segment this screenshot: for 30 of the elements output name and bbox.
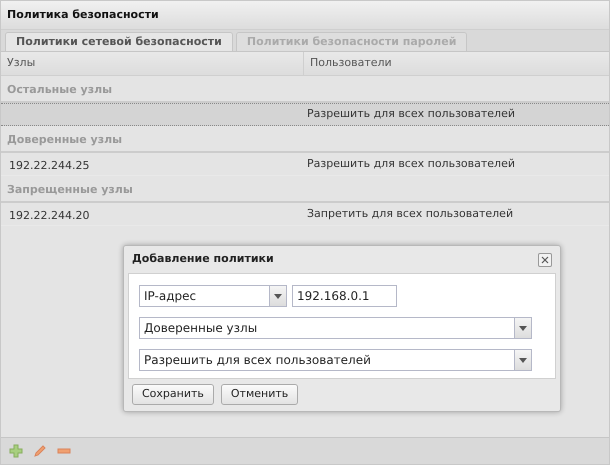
table-row[interactable]: Разрешить для всех пользователей	[1, 103, 609, 126]
chevron-down-icon	[519, 358, 527, 362]
table-row[interactable]: 192.22.244.25 Разрешить для всех пользователей	[1, 153, 609, 176]
table-cell-text: Разрешить для всех пользователей	[306, 156, 516, 172]
table-cell-text: Разрешить для всех пользователей	[306, 106, 516, 122]
table-cell: 192.22.244.25	[9, 159, 90, 172]
table-row[interactable]: 192.22.244.20 Запретить для всех пользователей	[1, 203, 609, 226]
table-cell: 192.22.244.20	[9, 209, 90, 222]
group-heading: Запрещенные узлы	[7, 182, 133, 198]
dialog-title: Добавление политики	[132, 251, 274, 268]
chevron-down-icon	[519, 326, 527, 330]
select-field[interactable]: Доверенные узлы	[139, 317, 532, 339]
select-field[interactable]: IP-адрес	[139, 285, 287, 307]
ip-address-field[interactable]: 192.168.0.1	[292, 285, 397, 307]
chevron-down-icon	[274, 294, 282, 298]
dialog-button[interactable]: Сохранить	[132, 384, 214, 405]
group-heading: Доверенные узлы	[7, 132, 122, 148]
close-icon	[541, 256, 549, 264]
table-cell-text: Запретить для всех пользователей	[306, 206, 514, 222]
tab[interactable]: Политики сетевой безопасности	[5, 32, 233, 51]
column-header[interactable]: Пользователи	[304, 52, 609, 75]
panel-title: Политика безопасности	[7, 6, 159, 23]
dialog-button[interactable]: Отменить	[220, 384, 298, 405]
dropdown-button[interactable]	[269, 286, 286, 306]
dropdown-button[interactable]	[514, 350, 531, 370]
group-heading: Остальные узлы	[7, 82, 112, 98]
close-button[interactable]	[538, 252, 552, 266]
column-header[interactable]: Узлы	[1, 52, 304, 75]
select-field[interactable]: Разрешить для всех пользователей	[139, 349, 532, 371]
dropdown-button[interactable]	[514, 318, 531, 338]
